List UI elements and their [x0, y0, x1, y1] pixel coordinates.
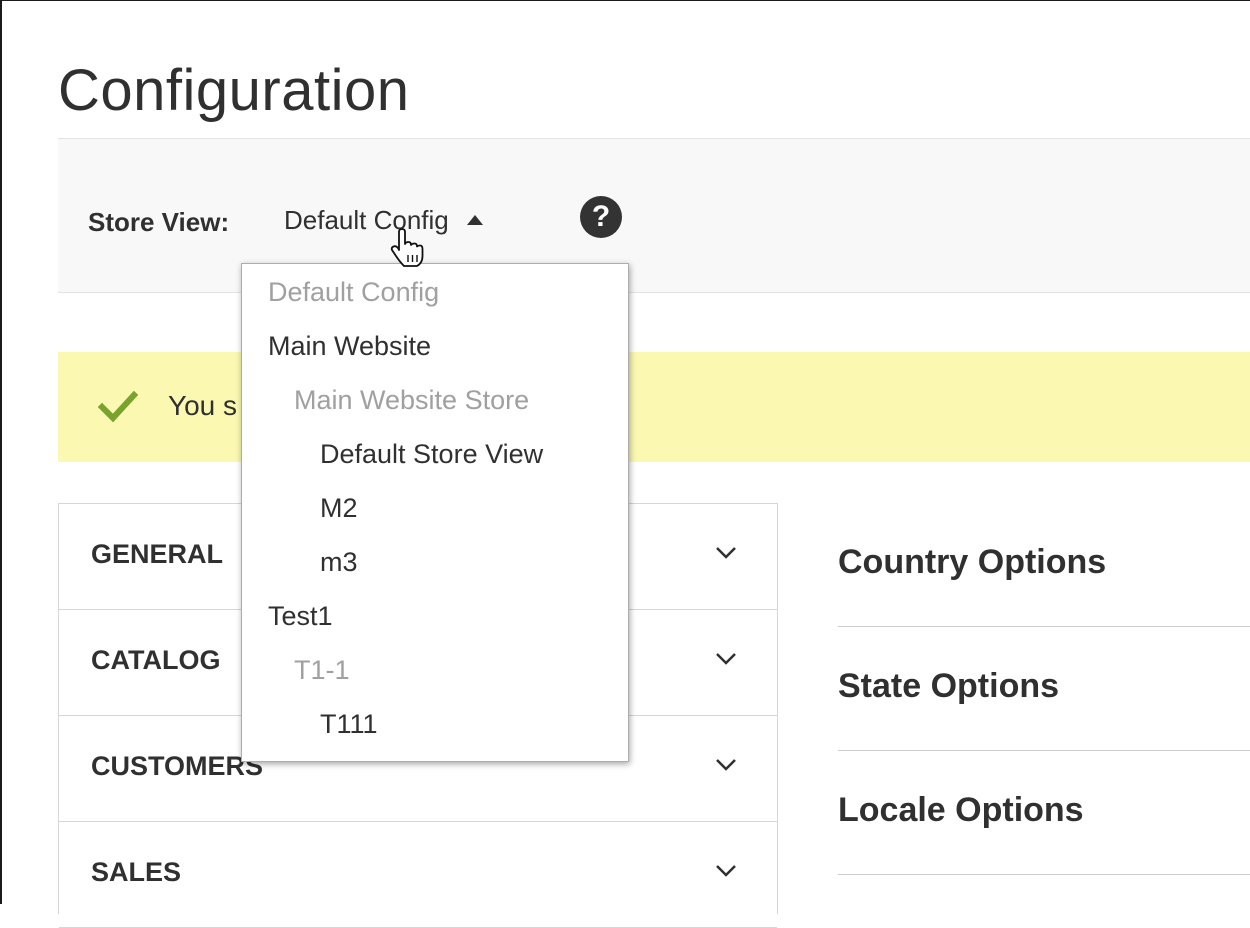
section-title: State Options	[838, 667, 1060, 705]
section-state-options[interactable]: State Options	[838, 627, 1250, 751]
dropdown-item-test1[interactable]: Test1	[268, 601, 333, 632]
section-title: Country Options	[838, 543, 1107, 581]
section-country-options[interactable]: Country Options	[838, 503, 1250, 627]
store-view-switcher-bar: Store View: Default Config ?	[58, 138, 1250, 293]
store-view-dropdown-menu: Default Config Main Website Main Website…	[241, 263, 629, 762]
chevron-down-icon	[716, 547, 736, 559]
tab-sales[interactable]: SALES	[59, 822, 777, 928]
chevron-down-icon	[716, 865, 736, 877]
hand-pointer-cursor-icon	[390, 228, 424, 267]
store-view-label: Store View:	[88, 207, 230, 237]
store-view-selected-value: Default Config	[284, 205, 449, 235]
check-icon	[98, 390, 138, 423]
dropdown-item-default-config: Default Config	[268, 277, 440, 307]
dropdown-item-m3[interactable]: m3	[320, 547, 358, 578]
section-title: Locale Options	[838, 791, 1084, 829]
tab-label: CATALOG	[91, 645, 221, 675]
dropdown-item-default-store-view[interactable]: Default Store View	[320, 439, 543, 470]
success-message: You s	[58, 352, 1250, 462]
window-frame-left	[0, 0, 2, 904]
dropdown-item-m2[interactable]: M2	[320, 493, 358, 524]
store-view-dropdown-toggle[interactable]: Default Config	[284, 205, 483, 236]
tab-label: CUSTOMERS	[91, 751, 264, 781]
message-text: You s	[168, 390, 238, 421]
question-circle-icon[interactable]: ?	[580, 196, 622, 238]
tab-label: GENERAL	[91, 539, 224, 569]
dropdown-item-main-website[interactable]: Main Website	[268, 331, 431, 362]
caret-up-icon	[466, 214, 483, 225]
window-frame-top	[0, 0, 1250, 1]
dropdown-item-t111[interactable]: T111	[320, 709, 378, 740]
section-locale-options[interactable]: Locale Options	[838, 751, 1250, 875]
dropdown-item-t1-1: T1-1	[294, 655, 350, 685]
config-sections: Country Options State Options Locale Opt…	[838, 503, 1250, 875]
tab-label: SALES	[91, 857, 182, 887]
dropdown-item-main-website-store: Main Website Store	[294, 385, 530, 415]
chevron-down-icon	[716, 759, 736, 771]
chevron-down-icon	[716, 653, 736, 665]
page-title: Configuration	[58, 57, 410, 123]
